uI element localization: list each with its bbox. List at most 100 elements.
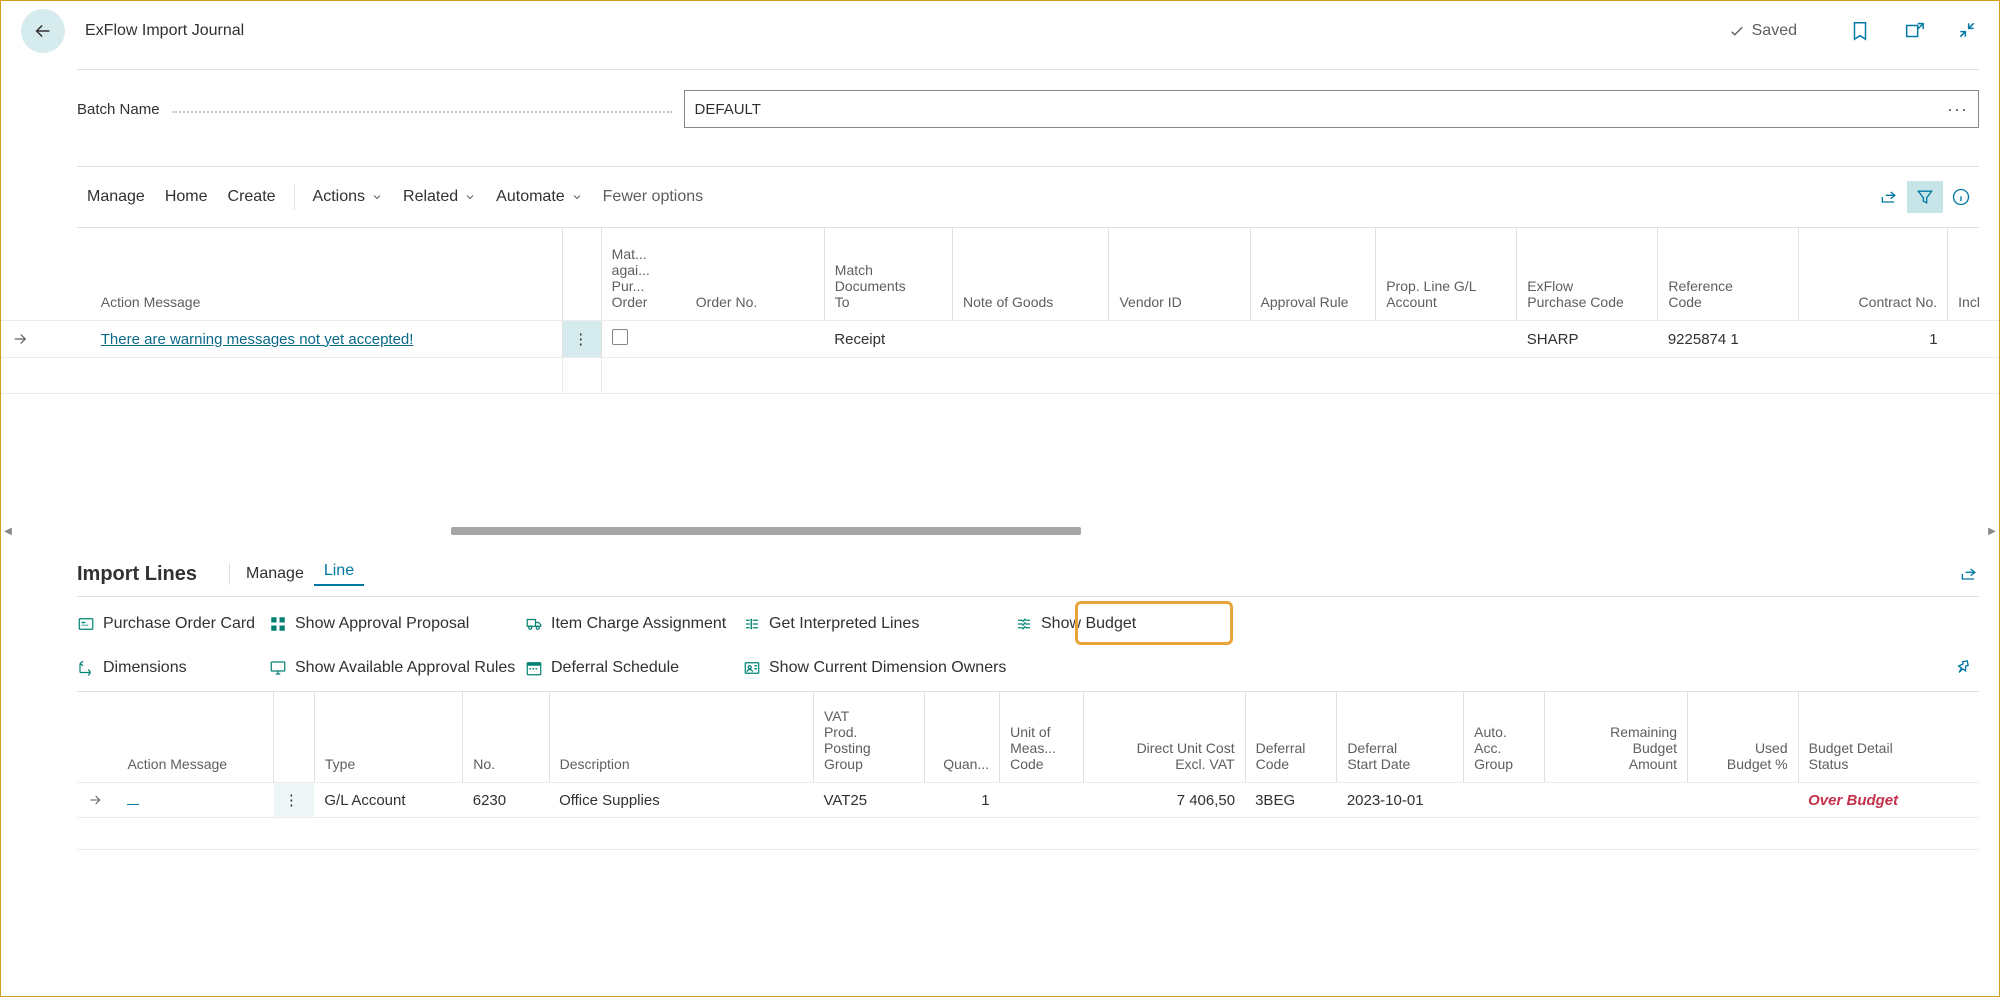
table-row-empty xyxy=(77,818,1979,850)
t2-vat-cell[interactable]: VAT25 xyxy=(813,783,924,818)
col-row-menu xyxy=(563,228,601,321)
col-note-goods[interactable]: Note of Goods xyxy=(953,228,1109,321)
table-row[interactable]: ⋮ G/L Account 6230 Office Supplies VAT25… xyxy=(77,783,1979,818)
import-lines-table: Action Message Type No. Description VAT … xyxy=(77,692,1979,850)
deferral-schedule-button[interactable]: Deferral Schedule xyxy=(525,659,743,677)
documents-table: Action Message Mat... agai... Pur... Ord… xyxy=(1,228,1999,394)
page-title: ExFlow Import Journal xyxy=(85,22,244,40)
t2-col-type[interactable]: Type xyxy=(314,692,462,783)
t2-col-duc[interactable]: Direct Unit Cost Excl. VAT xyxy=(1083,692,1245,783)
info-icon[interactable] xyxy=(1943,181,1979,213)
dimensions-button[interactable]: Dimensions xyxy=(77,659,269,677)
match-po-checkbox[interactable] xyxy=(601,321,686,358)
item-charge-button[interactable]: Item Charge Assignment xyxy=(525,615,743,633)
prop-line-cell[interactable] xyxy=(1376,321,1517,358)
related-menu[interactable]: Related xyxy=(393,188,486,206)
back-button[interactable] xyxy=(21,9,65,53)
ref-code-cell[interactable]: 9225874 1 xyxy=(1658,321,1799,358)
truck-icon xyxy=(525,615,543,633)
match-docs-cell[interactable]: Receipt xyxy=(824,321,952,358)
col-prop-line[interactable]: Prop. Line G/L Account xyxy=(1376,228,1517,321)
t2-type-cell[interactable]: G/L Account xyxy=(314,783,462,818)
warning-link[interactable]: There are warning messages not yet accep… xyxy=(101,331,414,348)
dotted-leader xyxy=(172,111,672,113)
batch-lookup-icon[interactable]: ··· xyxy=(1947,99,1968,120)
t2-col-action-message[interactable]: Action Message xyxy=(117,692,273,783)
note-goods-cell[interactable] xyxy=(953,321,1109,358)
card-icon xyxy=(77,615,95,633)
t2-col-defdate[interactable]: Deferral Start Date xyxy=(1337,692,1464,783)
purchase-order-card-button[interactable]: Purchase Order Card xyxy=(77,615,269,633)
t2-qty-cell[interactable]: 1 xyxy=(924,783,1000,818)
t2-col-uom[interactable]: Unit of Meas... Code xyxy=(1000,692,1084,783)
collapse-icon[interactable] xyxy=(1957,20,1979,42)
exflow-code-cell[interactable]: SHARP xyxy=(1517,321,1658,358)
t2-col-vat[interactable]: VAT Prod. Posting Group xyxy=(813,692,924,783)
t2-col-status[interactable]: Budget Detail Status xyxy=(1798,692,1979,783)
scroll-thumb[interactable] xyxy=(451,527,1081,535)
table-row[interactable]: There are warning messages not yet accep… xyxy=(1,321,1999,358)
section2-line[interactable]: Line xyxy=(314,562,364,586)
t2-col-description[interactable]: Description xyxy=(549,692,813,783)
show-dimension-owners-button[interactable]: Show Current Dimension Owners xyxy=(743,659,1015,677)
action-message-cell[interactable]: There are warning messages not yet accep… xyxy=(91,321,563,358)
dimensions-icon xyxy=(77,659,95,677)
filter-icon[interactable] xyxy=(1907,181,1943,213)
t2-defcode-cell[interactable]: 3BEG xyxy=(1245,783,1337,818)
t2-defdate-cell[interactable]: 2023-10-01 xyxy=(1337,783,1464,818)
t2-no-cell[interactable]: 6230 xyxy=(463,783,549,818)
col-match-po[interactable]: Mat... agai... Pur... Order xyxy=(601,228,686,321)
show-available-rules-button[interactable]: Show Available Approval Rules xyxy=(269,659,525,677)
col-exflow-code[interactable]: ExFlow Purchase Code xyxy=(1517,228,1658,321)
col-vendor-id[interactable]: Vendor ID xyxy=(1109,228,1250,321)
col-ref-code[interactable]: Reference Code xyxy=(1658,228,1799,321)
col-match-docs[interactable]: Match Documents To xyxy=(824,228,952,321)
actions-menu[interactable]: Actions xyxy=(303,188,393,206)
get-interpreted-lines-button[interactable]: Get Interpreted Lines xyxy=(743,615,1015,633)
share-icon[interactable] xyxy=(1871,181,1907,213)
t2-col-qty[interactable]: Quan... xyxy=(924,692,1000,783)
col-action-message[interactable]: Action Message xyxy=(91,228,563,321)
col-contract-no[interactable]: Contract No. xyxy=(1799,228,1948,321)
incl-cell[interactable] xyxy=(1948,321,1999,358)
batch-name-field[interactable]: DEFAULT ··· xyxy=(684,90,1979,128)
create-menu[interactable]: Create xyxy=(218,188,286,206)
manage-menu[interactable]: Manage xyxy=(77,188,155,206)
open-new-window-icon[interactable] xyxy=(1903,20,1925,42)
t2-remain-cell[interactable] xyxy=(1545,783,1688,818)
t2-status-cell[interactable]: Over Budget xyxy=(1798,783,1979,818)
t2-auto-cell[interactable] xyxy=(1464,783,1545,818)
scroll-right-icon[interactable]: ▶ xyxy=(1985,524,1999,538)
t2-col-used[interactable]: Used Budget % xyxy=(1688,692,1799,783)
t2-duc-cell[interactable]: 7 406,50 xyxy=(1083,783,1245,818)
home-menu[interactable]: Home xyxy=(155,188,218,206)
row-menu-button[interactable]: ⋮ xyxy=(274,783,314,818)
show-approval-proposal-button[interactable]: Show Approval Proposal xyxy=(269,615,525,633)
t2-used-cell[interactable] xyxy=(1688,783,1799,818)
t2-col-auto[interactable]: Auto. Acc. Group xyxy=(1464,692,1545,783)
section2-manage[interactable]: Manage xyxy=(236,565,314,583)
t2-action-message-cell[interactable] xyxy=(117,783,273,818)
automate-menu[interactable]: Automate xyxy=(486,188,592,206)
chevron-down-icon xyxy=(371,191,383,203)
fewer-options-link[interactable]: Fewer options xyxy=(593,188,714,206)
t2-uom-cell[interactable] xyxy=(1000,783,1084,818)
t2-col-remain[interactable]: Remaining Budget Amount xyxy=(1545,692,1688,783)
import-lines-title: Import Lines xyxy=(77,563,197,586)
horizontal-scrollbar[interactable]: ◀ ▶ xyxy=(1,524,1999,538)
t2-description-cell[interactable]: Office Supplies xyxy=(549,783,813,818)
col-incl[interactable]: Incl xyxy=(1948,228,1999,321)
order-no-cell[interactable] xyxy=(686,321,825,358)
col-order-no[interactable]: Order No. xyxy=(686,228,825,321)
approval-rule-cell[interactable] xyxy=(1250,321,1376,358)
pin-icon[interactable] xyxy=(1953,657,1973,677)
col-approval-rule[interactable]: Approval Rule xyxy=(1250,228,1376,321)
t2-col-no[interactable]: No. xyxy=(463,692,549,783)
scroll-left-icon[interactable]: ◀ xyxy=(1,524,15,538)
bookmark-icon[interactable] xyxy=(1849,20,1871,42)
t2-col-defcode[interactable]: Deferral Code xyxy=(1245,692,1337,783)
vendor-id-cell[interactable] xyxy=(1109,321,1250,358)
contract-no-cell[interactable]: 1 xyxy=(1799,321,1948,358)
section-share-icon[interactable] xyxy=(1959,564,1979,584)
row-menu-button[interactable]: ⋮ xyxy=(563,321,601,358)
